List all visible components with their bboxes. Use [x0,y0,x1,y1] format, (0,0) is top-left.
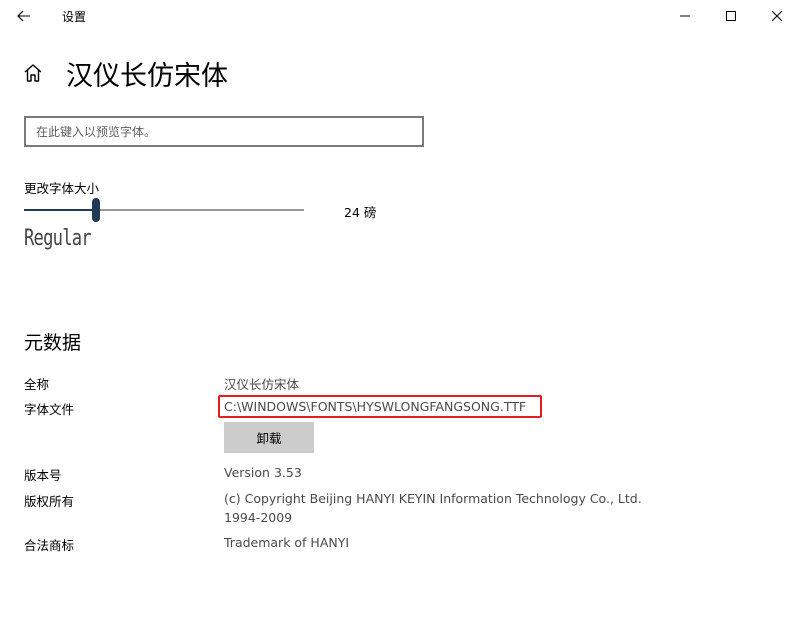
slider-fill [24,209,96,211]
uninstall-button[interactable]: 卸载 [224,422,314,453]
font-file-value: C:\WINDOWS\FONTS\HYSWLONGFANGSONG.TTF [224,399,527,414]
back-button[interactable] [8,2,40,30]
font-file-label: 字体文件 [24,402,75,417]
version-label: 版本号 [24,468,62,483]
version-value: Version 3.53 [224,465,302,480]
home-button[interactable] [22,62,44,84]
minimize-icon [680,15,690,17]
settings-window: 设置 汉仪长仿宋体 更改字体大小 24 磅 Regular [0,0,800,632]
copyright-label: 版权所有 [24,494,75,509]
copyright-value-line1: (c) Copyright Beijing HANYI KEYIN Inform… [224,491,642,506]
minimize-button[interactable] [662,0,708,32]
font-sample-text: Regular [24,226,92,251]
font-size-value: 24 磅 [344,205,377,220]
trademark-value: Trademark of HANYI [224,535,350,550]
trademark-label: 合法商标 [24,538,75,553]
maximize-button[interactable] [708,0,754,32]
font-size-label: 更改字体大小 [24,181,100,196]
full-name-label: 全称 [24,377,50,392]
home-icon [24,64,42,82]
arrow-left-icon [17,10,30,22]
slider-thumb[interactable] [92,198,100,222]
page-title: 汉仪长仿宋体 [66,61,228,92]
title-bar: 设置 [0,0,800,32]
close-icon [772,11,782,21]
window-title: 设置 [62,10,87,24]
close-button[interactable] [754,0,800,32]
font-size-slider[interactable] [24,198,304,222]
preview-input[interactable] [24,116,424,147]
copyright-value-line2: 1994-2009 [224,510,293,525]
full-name-value: 汉仪长仿宋体 [224,377,300,392]
metadata-section-title: 元数据 [24,332,82,354]
maximize-icon [726,11,736,21]
